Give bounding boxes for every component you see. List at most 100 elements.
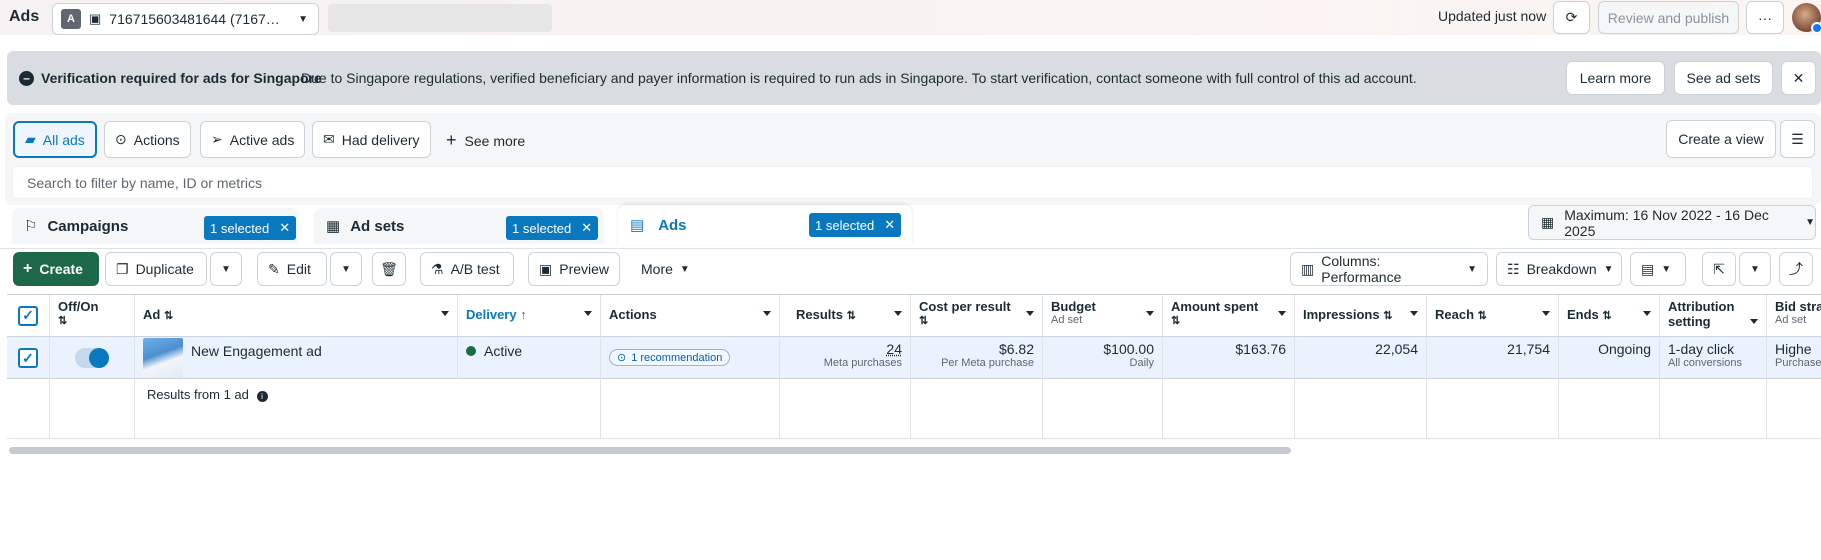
calendar-icon: ▦: [1541, 214, 1555, 230]
pill-label: 1 selected: [210, 220, 270, 236]
search-input[interactable]: Search to filter by name, ID or metrics: [12, 166, 1813, 199]
ad-on-off-toggle[interactable]: [75, 348, 109, 368]
col-reach[interactable]: Reach ⇅: [1427, 295, 1559, 337]
chip-actions[interactable]: ⊙ Actions: [104, 121, 191, 158]
close-banner-button[interactable]: ✕: [1781, 61, 1816, 95]
reports-button[interactable]: ▤ ▼: [1630, 252, 1686, 286]
col-impressions[interactable]: Impressions ⇅: [1295, 295, 1427, 337]
duplicate-dropdown[interactable]: ▼: [210, 252, 242, 286]
selected-pill[interactable]: 1 selected ✕: [204, 216, 297, 240]
col-budget[interactable]: Budget Ad set: [1043, 295, 1163, 337]
columns-button[interactable]: ▥ Columns: Performance ▼: [1290, 252, 1488, 286]
chip-all-ads[interactable]: ▰ All ads: [13, 121, 97, 158]
col-actions[interactable]: Actions: [601, 295, 780, 337]
export-dropdown[interactable]: ▼: [1739, 252, 1771, 286]
recommendation-badge[interactable]: ⊙ 1 recommendation: [609, 349, 731, 366]
col-cost-per-result[interactable]: Cost per result ⇅: [911, 295, 1043, 337]
create-button[interactable]: + Create: [13, 252, 99, 286]
col-attribution[interactable]: Attribution setting: [1660, 295, 1767, 337]
date-range-picker[interactable]: ▦ Maximum: 16 Nov 2022 - 16 Dec 2025 ▼: [1528, 205, 1816, 240]
chip-had-delivery[interactable]: ✉ Had delivery: [312, 121, 431, 158]
tab-ads[interactable]: ▤ Ads 1 selected ✕: [618, 205, 912, 245]
chevron-down-icon: [1410, 311, 1418, 316]
horizontal-scrollbar[interactable]: [9, 447, 1291, 454]
create-view-button[interactable]: Create a view: [1666, 120, 1776, 158]
see-ad-sets-button[interactable]: See ad sets: [1674, 61, 1773, 95]
close-icon[interactable]: ✕: [581, 220, 592, 236]
breakdown-button[interactable]: ☷ Breakdown ▼: [1496, 252, 1622, 286]
select-all-checkbox[interactable]: ✓: [18, 305, 38, 326]
preview-button[interactable]: ▣ Preview: [528, 252, 620, 286]
more-icon: ···: [1758, 9, 1772, 26]
duplicate-button[interactable]: ❐ Duplicate: [105, 252, 207, 286]
selected-pill[interactable]: 1 selected ✕: [809, 213, 902, 237]
close-icon[interactable]: ✕: [279, 220, 290, 236]
tab-ad-sets[interactable]: ▦ Ad sets 1 selected ✕: [314, 208, 604, 244]
summary-cell: [780, 379, 911, 439]
minus-circle-icon: –: [19, 71, 34, 86]
close-icon[interactable]: ✕: [884, 217, 895, 233]
chart-icon: ⤴: [1789, 261, 1803, 277]
budget-value: $100.00: [1103, 341, 1154, 357]
col-ends[interactable]: Ends ⇅: [1559, 295, 1660, 337]
info-icon[interactable]: i: [256, 391, 268, 402]
ab-test-button[interactable]: ⚗ A/B test: [420, 252, 514, 286]
col-delivery[interactable]: Delivery ↑: [458, 295, 601, 337]
export-button[interactable]: ⇱: [1702, 252, 1736, 286]
results-cell: 24 Meta purchases: [780, 337, 911, 379]
see-more-filters[interactable]: + See more: [446, 130, 525, 151]
summary-cell: [911, 379, 1043, 439]
ad-name-cell[interactable]: New Engagement ad: [135, 337, 458, 379]
sort-icon: ⇅: [919, 315, 929, 327]
results-value[interactable]: 24: [788, 341, 902, 357]
attribution-sublabel: All conversions: [1668, 357, 1742, 369]
more-options-button[interactable]: ···: [1746, 1, 1784, 34]
avatar[interactable]: [1792, 3, 1821, 34]
row-select-cell: ✓: [7, 337, 50, 379]
edit-label: Edit: [286, 261, 311, 277]
row-checkbox[interactable]: ✓: [18, 348, 38, 368]
chip-active-ads[interactable]: ➢ Active ads: [200, 121, 306, 158]
breakdown-label: Breakdown: [1526, 261, 1597, 277]
ad-name[interactable]: New Engagement ad: [191, 343, 322, 359]
summary-cell: [50, 379, 135, 439]
attribution-value: 1-day click: [1668, 341, 1735, 357]
more-button[interactable]: More ▼: [630, 252, 700, 286]
edit-button[interactable]: ✎ Edit: [257, 252, 327, 286]
chevron-down-icon: [1146, 311, 1154, 316]
charts-button[interactable]: ⤴: [1779, 252, 1813, 286]
sort-icon: ⇅: [1383, 310, 1393, 322]
reach-cell: 21,754: [1427, 337, 1559, 379]
select-all-header: ✓: [7, 295, 50, 337]
table-row[interactable]: ✓ New Engagement ad Active ⊙ 1 recommenda…: [7, 337, 1821, 379]
actions-cell: ⊙ 1 recommendation: [601, 337, 780, 379]
selected-pill[interactable]: 1 selected ✕: [506, 216, 599, 240]
row-toggle-cell: [50, 337, 135, 379]
ad-icon: ▤: [630, 217, 645, 234]
delivery-cell: Active: [458, 337, 601, 379]
col-label: Attribution setting: [1668, 299, 1735, 329]
learn-more-button[interactable]: Learn more: [1566, 61, 1665, 95]
tab-label: Ad sets: [350, 217, 405, 235]
delete-button[interactable]: 🗑: [372, 252, 406, 286]
chevron-down-icon: ▼: [298, 13, 308, 25]
ads-table: ✓ Off/On ⇅ Ad ⇅ Delivery ↑ Actions Resul…: [7, 294, 1821, 446]
edit-dropdown[interactable]: ▼: [330, 252, 362, 286]
ad-thumbnail: [143, 338, 183, 378]
date-range-label: Maximum: 16 Nov 2022 - 16 Dec 2025: [1564, 206, 1769, 239]
refresh-button[interactable]: ⟳: [1553, 1, 1590, 34]
reports-icon: ▤: [1641, 260, 1655, 277]
chip-label: Active ads: [229, 131, 295, 148]
col-amount-spent[interactable]: Amount spent ⇅: [1163, 295, 1295, 337]
review-publish-button[interactable]: Review and publish: [1598, 1, 1739, 34]
sort-up-icon: ↑: [520, 307, 527, 322]
col-bid-strategy[interactable]: Bid stra Ad set: [1767, 295, 1821, 337]
filter-settings-button[interactable]: ☰: [1780, 120, 1815, 158]
account-selector[interactable]: A ▣ 716715603481644 (7167… ▼: [52, 3, 319, 35]
col-ad[interactable]: Ad ⇅: [135, 295, 458, 337]
summary-results: Results from 1 ad i: [135, 379, 601, 439]
tab-campaigns[interactable]: ⚐ Campaigns 1 selected ✕: [12, 208, 299, 244]
col-results[interactable]: Results ⇅: [780, 295, 911, 337]
sort-icon: ⇅: [1602, 310, 1612, 322]
col-off-on[interactable]: Off/On ⇅: [50, 295, 135, 337]
